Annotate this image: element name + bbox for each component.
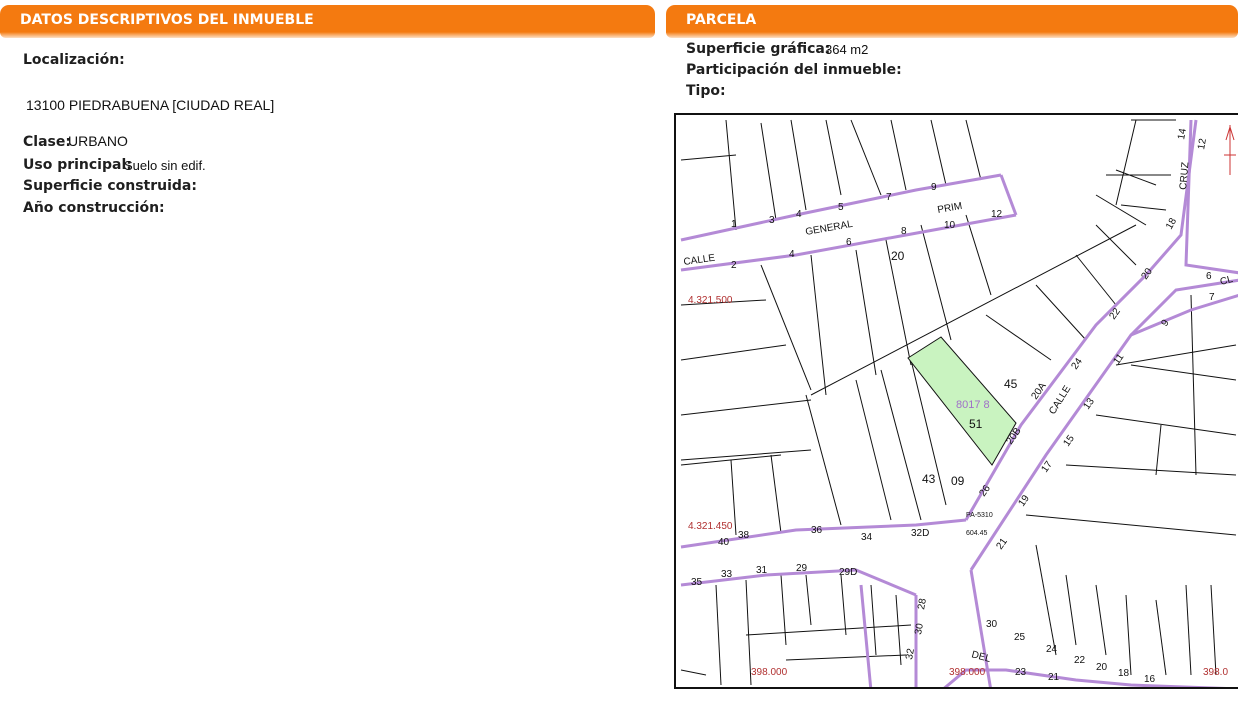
- house-number: 24: [1046, 644, 1058, 655]
- north-arrow-icon: [1224, 125, 1236, 175]
- house-number: 7: [886, 192, 892, 203]
- house-number: 43: [922, 472, 936, 486]
- descriptive-data-title: DATOS DESCRIPTIVOS DEL INMUEBLE: [20, 12, 314, 28]
- coord-label: 398.000: [949, 667, 986, 678]
- house-number: 1: [731, 219, 737, 230]
- house-number: 5: [838, 202, 844, 213]
- participation-label: Participación del inmueble:: [686, 62, 902, 78]
- house-number: 21: [1048, 672, 1060, 683]
- house-number: 10: [944, 220, 956, 231]
- house-number: 12: [1196, 137, 1209, 150]
- coord-label: 398.0: [1203, 667, 1228, 678]
- house-number: 31: [756, 565, 768, 576]
- house-number: 23: [1015, 667, 1027, 678]
- house-number: 4: [789, 249, 795, 260]
- house-number: 3: [769, 215, 775, 226]
- misc-label: PA-5310: [966, 512, 993, 519]
- construction-year-label: Año construcción:: [23, 200, 165, 216]
- class-label: Clase:: [23, 134, 71, 150]
- type-label: Tipo:: [686, 83, 726, 99]
- graphic-area-value: 364 m2: [825, 42, 869, 57]
- descriptive-data-header: DATOS DESCRIPTIVOS DEL INMUEBLE: [0, 5, 655, 38]
- parcel-number: 51: [969, 417, 983, 431]
- house-number: 7: [1209, 292, 1215, 303]
- street-label-calle-2: CALLE: [1047, 384, 1073, 417]
- street-label-prim: PRIM: [937, 201, 964, 216]
- misc-labels: PA-5310 604.45: [966, 512, 993, 537]
- house-number: 6: [1206, 271, 1212, 282]
- cadastral-map[interactable]: CALLE GENERAL PRIM CALLE CRUZ DEL CL 1 3…: [674, 113, 1238, 689]
- house-number: 09: [951, 474, 965, 488]
- house-number: 6: [846, 237, 852, 248]
- house-number: 32D: [911, 528, 929, 539]
- house-number: 30: [913, 622, 926, 635]
- house-number: 34: [861, 532, 873, 543]
- coord-label: 4.321.500: [688, 295, 733, 306]
- built-area-label: Superficie construida:: [23, 178, 197, 194]
- house-number: 8: [901, 226, 907, 237]
- house-number: 28: [916, 597, 929, 610]
- house-number: 18: [1164, 216, 1179, 232]
- house-number: 13: [1081, 396, 1097, 412]
- house-number: 12: [991, 209, 1003, 220]
- location-value: 13100 PIEDRABUENA [CIUDAD REAL]: [26, 97, 275, 113]
- coord-label: 4.321.450: [688, 521, 733, 532]
- main-use-label: Uso principal:: [23, 157, 132, 173]
- house-number: 29D: [839, 567, 857, 578]
- parcel-title: PARCELA: [686, 12, 757, 28]
- street-label-cl: CL: [1219, 274, 1235, 288]
- graphic-area-label: Superficie gráfica:: [686, 41, 831, 57]
- house-number: 22: [1074, 655, 1086, 666]
- misc-label: 604.45: [966, 530, 988, 537]
- house-number: 22: [1107, 306, 1123, 322]
- house-number: 15: [1061, 433, 1077, 449]
- house-number: 18: [1118, 668, 1130, 679]
- house-number: 2: [731, 260, 737, 271]
- street-label-general: GENERAL: [805, 219, 854, 238]
- street-label-del: DEL: [970, 649, 992, 665]
- house-number: 29: [796, 563, 808, 574]
- location-label: Localización:: [23, 52, 125, 68]
- house-number: 30: [986, 619, 998, 630]
- house-number: 36: [811, 525, 823, 536]
- house-number: 40: [718, 537, 730, 548]
- house-number: 45: [1004, 377, 1018, 391]
- parcel-header: PARCELA: [666, 5, 1238, 38]
- coord-label: 398.000: [751, 667, 788, 678]
- parcel-id: 8017 8: [956, 399, 990, 411]
- class-value: URBANO: [68, 133, 128, 149]
- house-number: 4: [796, 209, 802, 220]
- house-number: 38: [738, 530, 750, 541]
- house-number: 25: [1014, 632, 1026, 643]
- house-number: 16: [1144, 674, 1156, 685]
- house-number: 9: [931, 182, 937, 193]
- house-number: 14: [1176, 127, 1189, 140]
- main-use-value: Suelo sin edif.: [124, 158, 206, 173]
- house-number: 33: [721, 569, 733, 580]
- house-number: 20: [1096, 662, 1108, 673]
- house-number: 20: [891, 249, 905, 263]
- house-number: 11: [1111, 352, 1126, 367]
- house-number: 35: [691, 577, 703, 588]
- house-number: 21: [994, 536, 1010, 552]
- cadastral-map-svg: CALLE GENERAL PRIM CALLE CRUZ DEL CL 1 3…: [680, 119, 1238, 687]
